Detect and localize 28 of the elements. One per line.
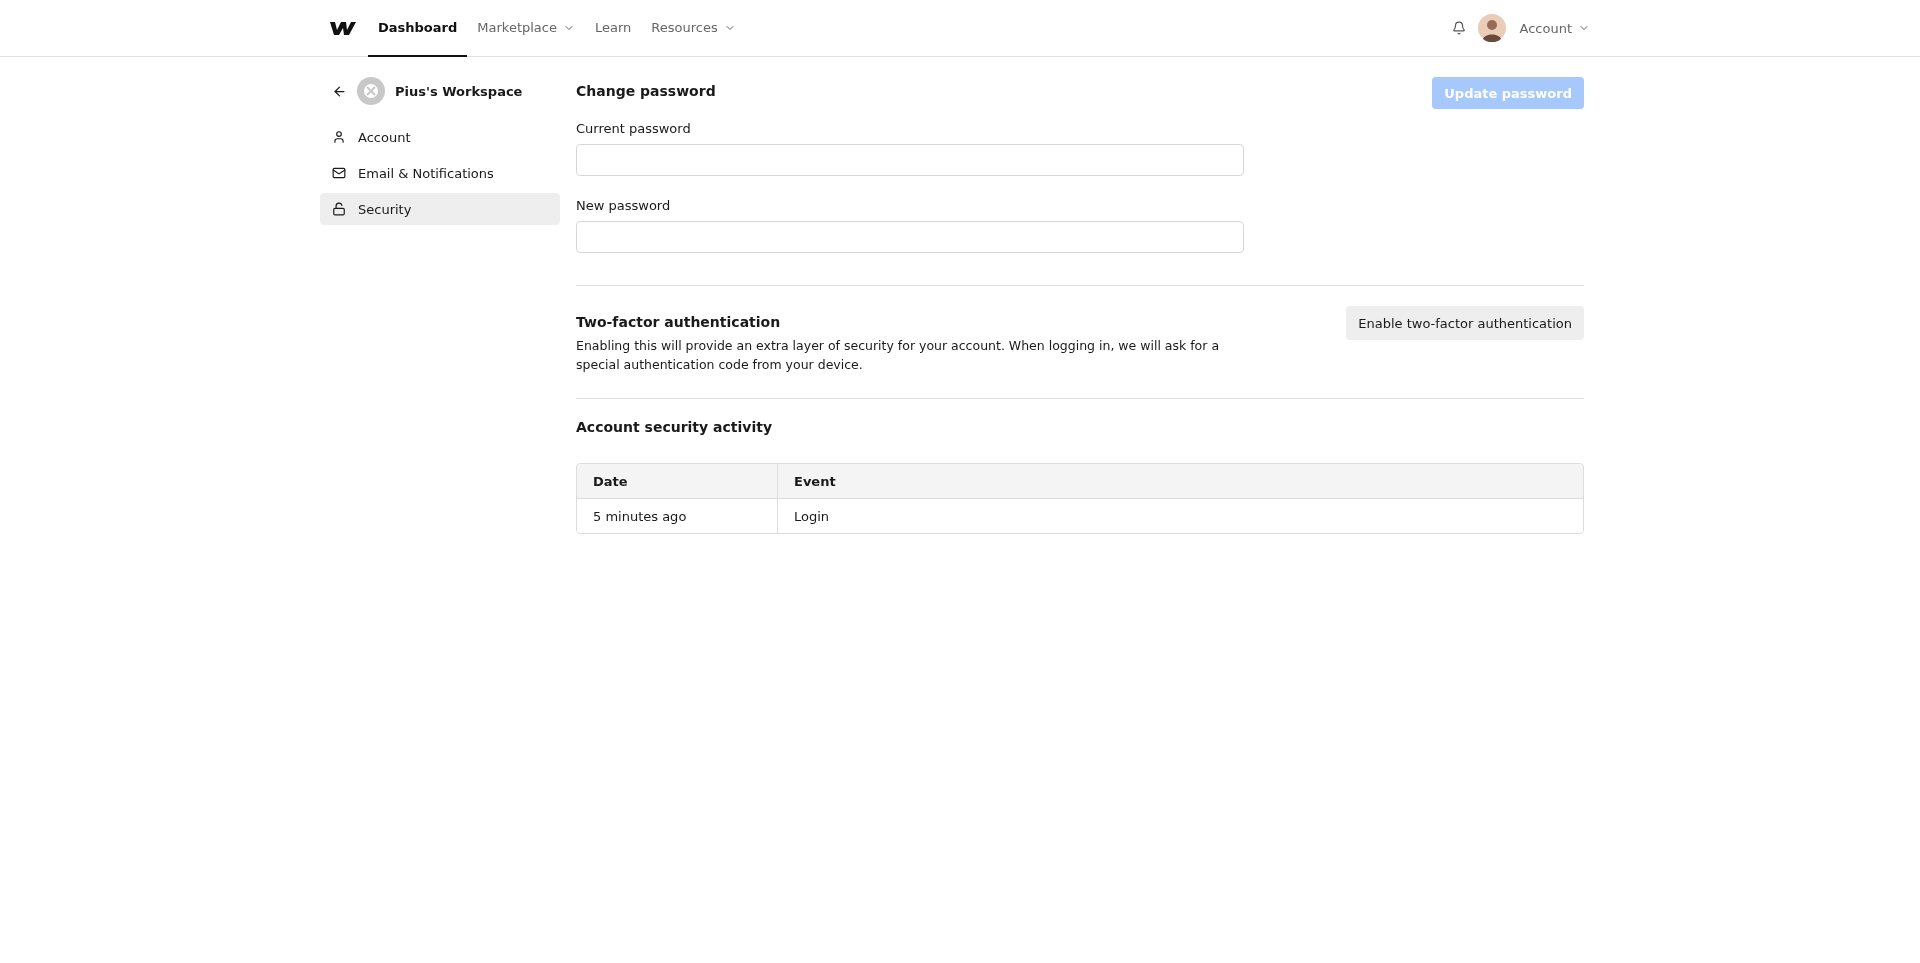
workspace-name: Pius's Workspace bbox=[395, 83, 523, 99]
section-title: Two-factor authentication bbox=[576, 314, 782, 330]
workspace-icon bbox=[357, 77, 385, 105]
section-title: Account security activity bbox=[576, 419, 774, 435]
sidebar-item[interactable]: Security bbox=[320, 193, 560, 225]
bell-icon[interactable] bbox=[1451, 21, 1466, 35]
account-menu[interactable]: Account bbox=[1519, 20, 1590, 36]
field-label: New password bbox=[576, 198, 672, 213]
nav-tab[interactable]: Marketplace bbox=[467, 0, 585, 57]
section-title: Change password bbox=[576, 83, 716, 99]
nav-tab[interactable]: Learn bbox=[584, 0, 642, 57]
enable-two-factor-button[interactable]: Enable two-factor authentication bbox=[1346, 306, 1584, 340]
section-description: Enabling this will provide an extra layer of security for your account. When logging in, we will ask for a special authentication code from your device. bbox=[576, 337, 1221, 374]
nav-tab[interactable]: Resources bbox=[641, 0, 746, 57]
mail-icon bbox=[332, 166, 346, 180]
table-cell-text: 5 minutes ago bbox=[592, 507, 688, 526]
unlocked-padlock-icon bbox=[332, 202, 346, 216]
sidebar-item[interactable]: Email & Notifications bbox=[320, 157, 560, 189]
table-cell: Login bbox=[777, 499, 1583, 533]
avatar[interactable] bbox=[1477, 14, 1506, 42]
field-label: Current password bbox=[576, 121, 692, 136]
password-field[interactable] bbox=[576, 221, 1244, 253]
sidebar-item[interactable]: Account bbox=[320, 121, 560, 153]
column-header: Date bbox=[592, 472, 629, 491]
logo-icon[interactable] bbox=[330, 20, 356, 36]
user-icon bbox=[332, 130, 346, 144]
password-field[interactable] bbox=[576, 144, 1244, 176]
nav-tab[interactable]: Dashboard bbox=[368, 0, 468, 57]
